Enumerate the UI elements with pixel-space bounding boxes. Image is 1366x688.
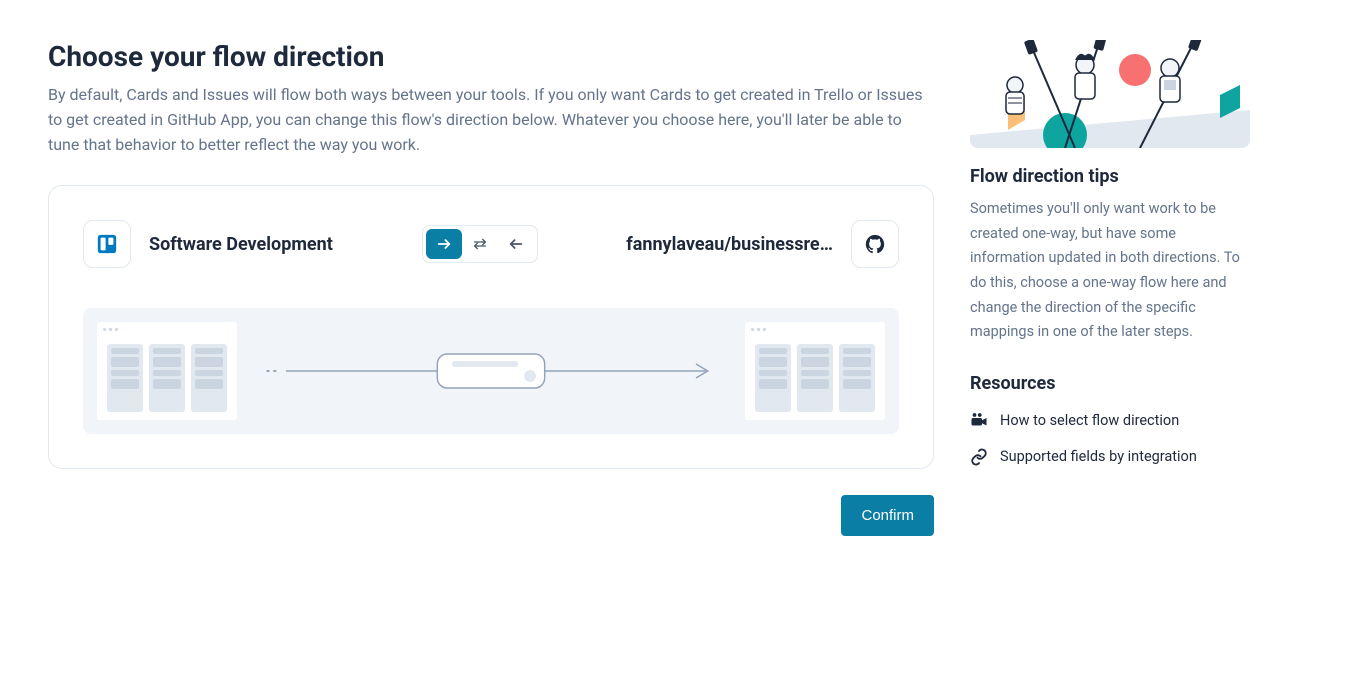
tips-illustration <box>970 40 1250 148</box>
dest-label: fannylaveau/businessre… <box>626 234 833 255</box>
source-board-preview <box>97 322 237 420</box>
page-title: Choose your flow direction <box>48 40 934 73</box>
flow-card: Software Development <box>48 185 934 469</box>
tips-text: Sometimes you'll only want work to be cr… <box>970 197 1250 345</box>
tips-heading: Flow direction tips <box>970 166 1250 187</box>
page-description: By default, Cards and Issues will flow b… <box>48 83 934 157</box>
dest-endpoint: fannylaveau/businessre… <box>626 220 899 268</box>
direction-toggle <box>422 225 538 263</box>
resource-link[interactable]: Supported fields by integration <box>970 448 1250 466</box>
resource-label: How to select flow direction <box>1000 412 1179 429</box>
trello-icon <box>83 220 131 268</box>
resource-video[interactable]: How to select flow direction <box>970 412 1250 430</box>
link-icon <box>970 448 988 466</box>
resource-label: Supported fields by integration <box>1000 448 1197 465</box>
source-label: Software Development <box>149 234 333 255</box>
direction-right-button[interactable] <box>426 229 462 259</box>
source-endpoint: Software Development <box>83 220 333 268</box>
direction-both-button[interactable] <box>462 229 498 259</box>
flow-diagram <box>83 308 899 434</box>
github-icon <box>851 220 899 268</box>
direction-left-button[interactable] <box>498 229 534 259</box>
dest-board-preview <box>745 322 885 420</box>
resources-heading: Resources <box>970 373 1250 394</box>
video-icon <box>970 412 988 430</box>
confirm-button[interactable]: Confirm <box>841 495 934 536</box>
flow-arrow <box>247 346 735 396</box>
